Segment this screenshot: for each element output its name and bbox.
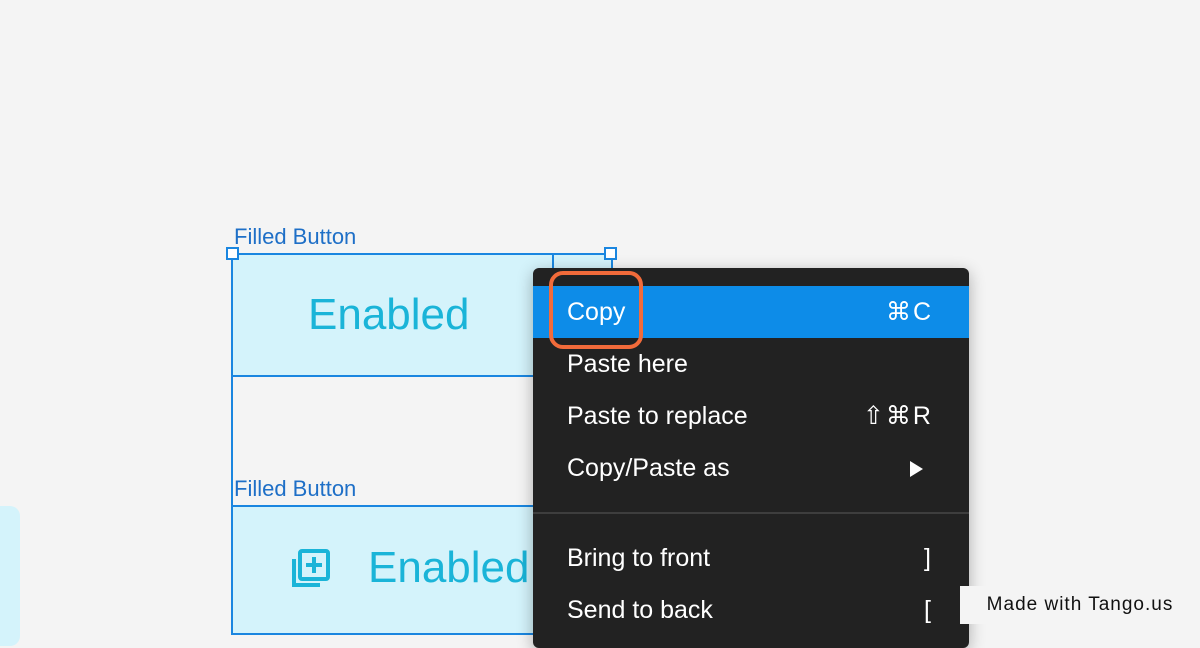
library-add-icon [292,549,330,587]
tango-highlight-ring [549,271,643,349]
menu-item-label: Bring to front [567,544,711,572]
selection-outline-left [231,253,233,633]
submenu-arrow-icon [910,461,923,477]
tango-watermark: Made with Tango.us [960,586,1200,624]
menu-item-label: Paste to replace [567,402,748,430]
button-label: Enabled [368,543,530,592]
menu-item-label: Paste here [567,350,688,378]
menu-item-paste-to-replace[interactable]: Paste to replace ⇧⌘R [533,390,969,442]
menu-item-shortcut: ] [924,544,933,572]
frame-label-filled-button[interactable]: Filled Button [234,224,356,250]
design-canvas[interactable]: Filled Button Enabled Filled Button Enab… [0,0,1200,648]
menu-item-shortcut: [ [924,596,933,624]
left-panel-edge [0,506,20,646]
menu-item-label: Copy/Paste as [567,454,730,482]
frame-label-filled-button-icon[interactable]: Filled Button [234,476,356,502]
menu-item-label: Send to back [567,596,713,624]
menu-item-shortcut: ⇧⌘R [862,402,933,430]
button-label: Enabled [308,290,470,339]
resize-handle-top-left[interactable] [226,247,239,260]
menu-divider [533,512,969,514]
menu-item-send-to-back[interactable]: Send to back [ [533,584,969,636]
menu-item-copy-paste-as[interactable]: Copy/Paste as [533,442,969,494]
menu-item-bring-to-front[interactable]: Bring to front ] [533,532,969,584]
menu-item-shortcut: ⌘C [885,298,933,326]
resize-handle-top-right[interactable] [604,247,617,260]
